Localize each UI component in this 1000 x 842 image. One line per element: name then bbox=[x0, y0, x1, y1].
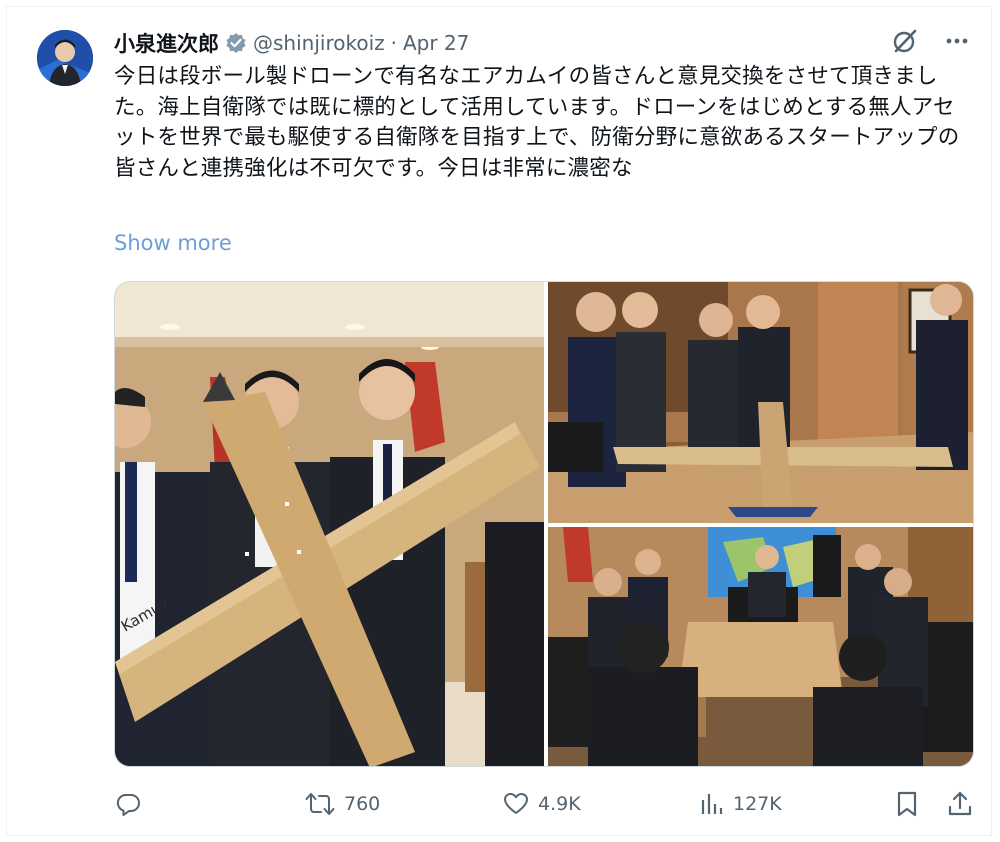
action-bar: 760 4.9K 127K bbox=[114, 789, 974, 819]
reply-button[interactable] bbox=[114, 789, 150, 819]
repost-count: 760 bbox=[344, 793, 381, 815]
post-date[interactable]: Apr 27 bbox=[403, 31, 469, 55]
more-options-icon[interactable] bbox=[942, 26, 972, 56]
verified-badge-icon bbox=[225, 32, 247, 54]
tweet-header: 小泉進次郎 @shinjirokoiz · Apr 27 bbox=[114, 30, 469, 56]
heart-icon bbox=[502, 790, 530, 818]
repost-icon bbox=[304, 790, 336, 818]
share-button[interactable] bbox=[946, 789, 974, 819]
views-count: 127K bbox=[733, 793, 782, 815]
views-button[interactable]: 127K bbox=[699, 789, 782, 819]
media-grid: Kamuy bbox=[114, 281, 974, 767]
author-name[interactable]: 小泉進次郎 bbox=[114, 28, 219, 58]
reply-icon bbox=[114, 790, 142, 818]
photo-meeting-room[interactable] bbox=[548, 527, 973, 766]
views-icon bbox=[699, 790, 725, 818]
header-separator: · bbox=[390, 31, 397, 55]
bookmark-icon bbox=[894, 790, 920, 818]
show-more-link[interactable]: Show more bbox=[114, 231, 232, 255]
bookmark-button[interactable] bbox=[894, 789, 920, 819]
share-icon bbox=[946, 790, 974, 818]
photo-drone-table[interactable] bbox=[548, 282, 973, 523]
author-handle[interactable]: @shinjirokoiz bbox=[253, 31, 385, 55]
like-button[interactable]: 4.9K bbox=[502, 789, 581, 819]
tweet-text: 今日は段ボール製ドローンで有名なエアカムイの皆さんと意見交換をさせて頂きました。… bbox=[114, 64, 960, 181]
photo-drone-held[interactable]: Kamuy bbox=[115, 282, 544, 766]
grok-icon[interactable] bbox=[890, 26, 920, 56]
top-actions bbox=[890, 26, 972, 56]
repost-button[interactable]: 760 bbox=[304, 789, 380, 819]
like-count: 4.9K bbox=[538, 793, 581, 815]
author-avatar[interactable] bbox=[37, 30, 93, 86]
